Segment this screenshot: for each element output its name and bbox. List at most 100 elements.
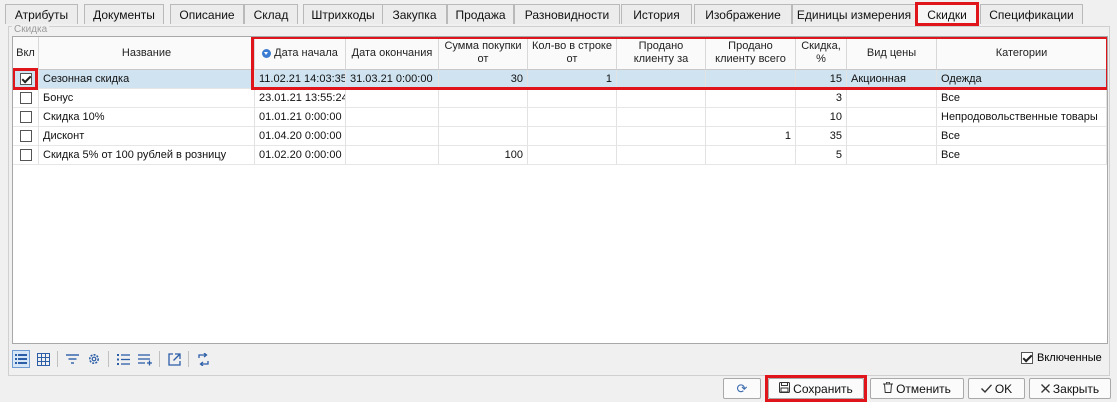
- tab-units[interactable]: Единицы измерения: [792, 4, 916, 24]
- sold-total-cell: [706, 146, 796, 165]
- name-cell: Скидка 10%: [39, 108, 255, 127]
- start-date-cell: 01.01.21 0:00:00: [255, 108, 346, 127]
- price-type-cell: [847, 127, 937, 146]
- tab-warehouse[interactable]: Склад: [244, 4, 298, 24]
- enabled-checkbox[interactable]: [19, 92, 32, 104]
- col-price-type[interactable]: Вид цены: [847, 37, 937, 70]
- export-icon[interactable]: [165, 350, 183, 368]
- tab-image[interactable]: Изображение: [694, 4, 792, 24]
- col-discount[interactable]: Скидка, %: [796, 37, 847, 70]
- qty-from-cell: 1: [528, 70, 617, 89]
- settings-gear-icon[interactable]: [85, 350, 103, 368]
- table-row[interactable]: Скидка 5% от 100 рублей в розницу 01.02.…: [13, 146, 1107, 165]
- table-row[interactable]: Сезонная скидка 11.02.21 14:03:35 31.03.…: [13, 70, 1107, 89]
- only-enabled-toggle[interactable]: Включенные: [1021, 352, 1102, 364]
- enabled-checkbox[interactable]: [19, 73, 32, 85]
- enabled-checkbox-cell[interactable]: [13, 89, 39, 108]
- tab-documents[interactable]: Документы: [84, 4, 164, 24]
- col-start-date[interactable]: Дата начала: [255, 37, 346, 70]
- enabled-checkbox-cell[interactable]: [13, 146, 39, 165]
- refresh-icon: ⟳: [736, 380, 748, 396]
- sold-total-cell: 1: [706, 127, 796, 146]
- filter-icon[interactable]: [63, 350, 81, 368]
- table-view-icon[interactable]: [34, 350, 52, 368]
- col-qty-from[interactable]: Кол-во в строке от: [528, 37, 617, 70]
- tab-sale[interactable]: Продажа: [447, 4, 514, 24]
- enabled-checkbox[interactable]: [19, 130, 32, 142]
- toolbar-separator: [159, 351, 160, 367]
- sold-for-cell: [617, 108, 706, 127]
- sold-for-cell: [617, 70, 706, 89]
- check-icon: [980, 382, 992, 396]
- end-date-cell: [346, 89, 439, 108]
- discounts-tab-highlight: [915, 2, 979, 26]
- col-name[interactable]: Название: [39, 37, 255, 70]
- only-enabled-label: Включенные: [1037, 352, 1102, 364]
- enabled-checkbox-cell[interactable]: [13, 127, 39, 146]
- col-enabled[interactable]: Вкл: [13, 37, 39, 70]
- discount-cell: 10: [796, 108, 847, 127]
- toolbar-separator: [57, 351, 58, 367]
- sum-from-cell: [439, 127, 528, 146]
- tab-attributes[interactable]: Атрибуты: [5, 4, 78, 24]
- tab-variants[interactable]: Разновидности: [514, 4, 620, 24]
- col-end-date[interactable]: Дата окончания: [346, 37, 439, 70]
- sold-for-cell: [617, 127, 706, 146]
- enabled-checkbox[interactable]: [19, 111, 32, 123]
- add-rows-icon[interactable]: [136, 350, 154, 368]
- start-date-cell: 23.01.21 13:55:24: [255, 89, 346, 108]
- col-sold-for[interactable]: Продано клиенту за: [617, 37, 706, 70]
- col-sum-from[interactable]: Сумма покупки от: [439, 37, 528, 70]
- cancel-button-label: Отменить: [896, 381, 951, 396]
- sum-from-cell: 100: [439, 146, 528, 165]
- table-row[interactable]: Дисконт 01.04.20 0:00:00 1 35 Все: [13, 127, 1107, 146]
- trash-icon: [883, 381, 894, 396]
- toolbar-separator: [188, 351, 189, 367]
- col-sold-total[interactable]: Продано клиенту всего: [706, 37, 796, 70]
- enabled-checkbox-cell[interactable]: [13, 108, 39, 127]
- qty-from-cell: [528, 89, 617, 108]
- price-type-cell: [847, 146, 937, 165]
- price-type-cell: [847, 89, 937, 108]
- numbered-list-icon[interactable]: [114, 350, 132, 368]
- save-button-highlight: [765, 375, 867, 402]
- ok-button[interactable]: OK: [968, 378, 1025, 399]
- start-date-cell: 01.02.20 0:00:00: [255, 146, 346, 165]
- col-start-date-label: Дата начала: [274, 46, 338, 59]
- discount-grid[interactable]: Вкл Название Дата начала Дата окончания …: [12, 36, 1108, 344]
- end-date-cell: 31.03.21 0:00:00: [346, 70, 439, 89]
- tab-specifications[interactable]: Спецификации: [980, 4, 1083, 24]
- sold-total-cell: [706, 70, 796, 89]
- price-type-cell: [847, 108, 937, 127]
- start-date-cell: 11.02.21 14:03:35: [255, 70, 346, 89]
- refresh-button[interactable]: ⟳: [723, 378, 761, 399]
- discount-cell: 5: [796, 146, 847, 165]
- table-row[interactable]: Бонус 23.01.21 13:55:24 3 Все: [13, 89, 1107, 108]
- name-cell: Сезонная скидка: [39, 70, 255, 89]
- tab-strip: Атрибуты Документы Описание Склад Штрихк…: [5, 2, 1115, 26]
- only-enabled-checkbox[interactable]: [1021, 352, 1033, 364]
- tab-description[interactable]: Описание: [170, 4, 244, 24]
- end-date-cell: [346, 127, 439, 146]
- sold-for-cell: [617, 146, 706, 165]
- refresh-link-icon[interactable]: [194, 350, 212, 368]
- category-cell: Все: [937, 127, 1107, 146]
- start-date-cell: 01.04.20 0:00:00: [255, 127, 346, 146]
- tab-purchase[interactable]: Закупка: [382, 4, 447, 24]
- qty-from-cell: [528, 108, 617, 127]
- sold-for-cell: [617, 89, 706, 108]
- col-categories[interactable]: Категории: [937, 37, 1107, 70]
- table-row[interactable]: Скидка 10% 01.01.21 0:00:00 10 Непродово…: [13, 108, 1107, 127]
- qty-from-cell: [528, 146, 617, 165]
- enabled-checkbox[interactable]: [19, 149, 32, 161]
- tab-history[interactable]: История: [621, 4, 692, 24]
- cancel-button[interactable]: Отменить: [870, 378, 964, 399]
- tab-barcodes[interactable]: Штрихкоды: [303, 4, 383, 24]
- grid-toolbar: [12, 348, 216, 370]
- price-type-cell: Акционная: [847, 70, 937, 89]
- close-button[interactable]: Закрыть: [1029, 378, 1111, 399]
- enabled-checkbox-cell[interactable]: [13, 70, 39, 89]
- sold-total-cell: [706, 108, 796, 127]
- category-cell: Все: [937, 89, 1107, 108]
- list-view-icon[interactable]: [12, 350, 30, 368]
